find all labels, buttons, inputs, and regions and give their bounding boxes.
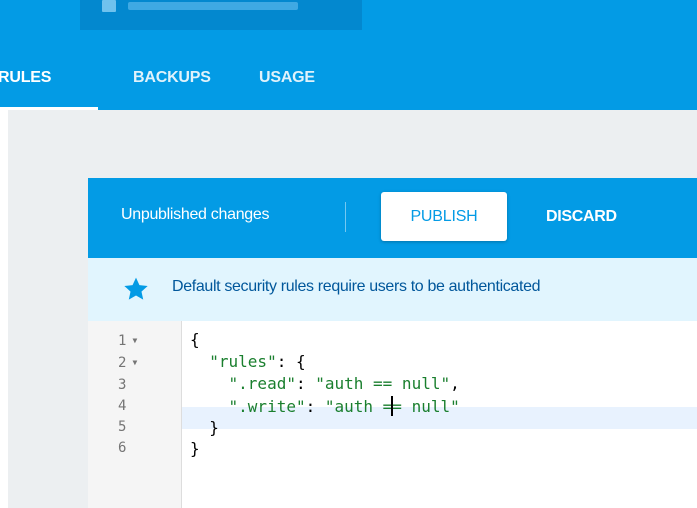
security-notice: Default security rules require users to … [88, 258, 697, 321]
line-number: 4 [118, 398, 127, 414]
tab-rules[interactable]: RULES [0, 55, 98, 110]
line-number-gutter: 1 ▼ 2 ▼ 3 4 5 6 [88, 321, 182, 508]
code-line[interactable]: "rules": { [190, 352, 305, 374]
project-name [128, 2, 298, 10]
tab-backups[interactable]: BACKUPS [133, 55, 211, 108]
star-icon [124, 277, 148, 300]
app-header: RULES BACKUPS USAGE [0, 0, 697, 110]
line-number: 3 [118, 377, 127, 393]
project-selector[interactable] [80, 0, 362, 30]
tab-usage-label: USAGE [259, 69, 315, 86]
tab-usage[interactable]: USAGE [259, 55, 315, 108]
notice-text: Default security rules require users to … [172, 278, 541, 295]
tab-backups-label: BACKUPS [133, 69, 211, 86]
folder-icon [102, 0, 116, 12]
unpublished-status: Unpublished changes [121, 206, 270, 223]
line-number: 1 ▼ [118, 333, 138, 349]
line-number: 6 [118, 440, 127, 456]
discard-button[interactable]: DISCARD [546, 192, 617, 241]
header-divider [345, 202, 346, 232]
line-number: 2 ▼ [118, 355, 138, 371]
tab-rules-label: RULES [0, 69, 52, 86]
code-line[interactable]: { [190, 330, 200, 352]
code-line[interactable]: ".read": "auth == null", [190, 374, 460, 396]
fold-arrow-icon[interactable]: ▼ [132, 336, 137, 345]
tab-bar: RULES BACKUPS USAGE [0, 55, 697, 110]
left-edge [0, 110, 8, 508]
code-line[interactable]: } [190, 439, 200, 461]
rules-editor[interactable]: 1 ▼ 2 ▼ 3 4 5 6 { "rules": { ".read": "aut… [88, 321, 697, 508]
rules-card: Unpublished changes PUBLISH DISCARD Defa… [88, 178, 697, 508]
app-logo[interactable] [0, 0, 60, 12]
rules-card-header: Unpublished changes PUBLISH DISCARD [88, 178, 697, 258]
publish-button[interactable]: PUBLISH [381, 192, 507, 241]
code-line[interactable]: } [190, 418, 219, 440]
line-number: 5 [118, 419, 127, 435]
code-line[interactable]: ".write": "auth == null" [190, 396, 460, 418]
fold-arrow-icon[interactable]: ▼ [132, 358, 137, 367]
